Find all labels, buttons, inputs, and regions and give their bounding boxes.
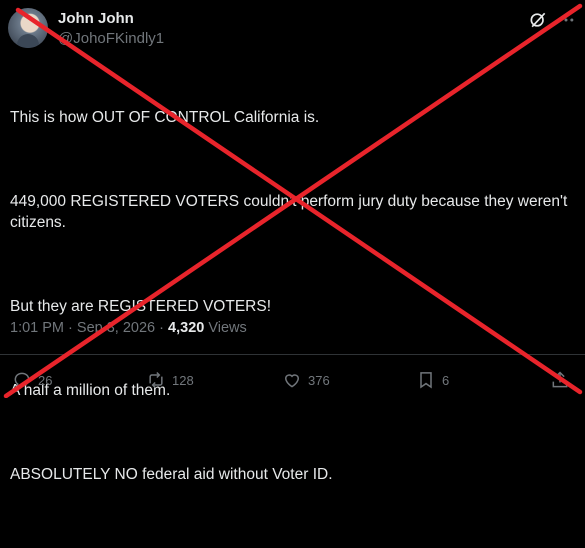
- more-icon[interactable]: [556, 10, 576, 30]
- post-text: This is how OUT OF CONTROL California is…: [10, 65, 580, 548]
- post: John John @JohoFKindly1 This is how OUT …: [0, 0, 585, 483]
- like-button[interactable]: 376: [282, 368, 330, 392]
- like-count: 376: [308, 372, 330, 388]
- avatar[interactable]: [8, 8, 48, 48]
- share-icon: [552, 371, 568, 388]
- reply-count: 26: [38, 372, 53, 388]
- reply-icon: [14, 372, 30, 389]
- views-label: Views: [208, 320, 247, 336]
- post-time[interactable]: 1:01 PM: [10, 320, 64, 336]
- post-date[interactable]: Sep 3, 2026: [77, 320, 155, 336]
- meta-separator: ·: [68, 320, 73, 336]
- share-button[interactable]: [550, 368, 576, 392]
- post-paragraph: This is how OUT OF CONTROL California is…: [10, 109, 320, 126]
- action-bar: 26 128 376 6: [0, 368, 585, 392]
- bookmark-icon: [420, 372, 432, 389]
- like-icon: [284, 374, 300, 388]
- bookmark-button[interactable]: 6: [416, 368, 449, 392]
- divider: [0, 354, 585, 355]
- repost-count: 128: [172, 372, 194, 388]
- author-handle[interactable]: @JohoFKindly1: [58, 30, 164, 47]
- post-paragraph: But they are REGISTERED VOTERS!: [10, 298, 271, 315]
- repost-button[interactable]: 128: [146, 368, 194, 392]
- grok-icon[interactable]: [528, 10, 548, 30]
- views-count: 4,320: [168, 320, 205, 336]
- reply-button[interactable]: 26: [12, 368, 52, 392]
- repost-icon: [149, 371, 163, 389]
- author-name[interactable]: John John: [58, 10, 134, 27]
- post-meta: 1:01 PM · Sep 3, 2026 · 4,320 Views: [10, 320, 247, 336]
- post-paragraph: 449,000 REGISTERED VOTERS couldn't perfo…: [10, 193, 572, 231]
- meta-separator: ·: [159, 320, 164, 336]
- post-paragraph: ABSOLUTELY NO federal aid without Voter …: [10, 466, 333, 483]
- bookmark-count: 6: [442, 372, 450, 388]
